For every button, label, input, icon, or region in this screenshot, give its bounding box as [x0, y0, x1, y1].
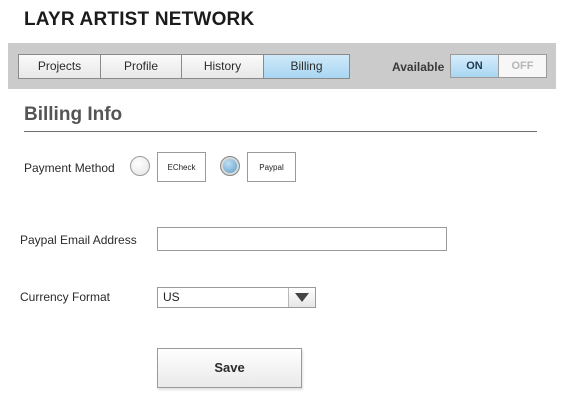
tab-billing[interactable]: Billing	[264, 55, 349, 78]
section-divider	[24, 131, 537, 132]
toggle-on-option[interactable]: ON	[451, 55, 499, 77]
currency-format-label: Currency Format	[20, 290, 111, 304]
chevron-down-icon	[295, 293, 309, 302]
available-label: Available	[392, 60, 445, 74]
paypal-option-label[interactable]: Paypal	[247, 152, 296, 182]
top-toolbar: Projects Profile History Billing Availab…	[8, 43, 556, 89]
payment-method-label: Payment Method	[24, 161, 115, 175]
currency-format-select[interactable]: US	[157, 287, 316, 308]
availability-toggle[interactable]: ON OFF	[450, 54, 547, 78]
tab-projects[interactable]: Projects	[19, 55, 101, 78]
app-title: LAYR ARTIST NETWORK	[24, 9, 255, 30]
currency-format-value: US	[163, 290, 180, 304]
paypal-email-label: Paypal Email Address	[20, 233, 137, 247]
paypal-email-input[interactable]	[157, 227, 447, 251]
main-nav-tabs: Projects Profile History Billing	[18, 54, 350, 79]
tab-history[interactable]: History	[182, 55, 264, 78]
section-title: Billing Info	[24, 104, 123, 125]
dropdown-button[interactable]	[288, 288, 315, 307]
save-button[interactable]: Save	[157, 348, 302, 388]
toggle-off-option[interactable]: OFF	[499, 55, 546, 77]
tab-profile[interactable]: Profile	[101, 55, 182, 78]
echeck-radio[interactable]	[130, 156, 150, 176]
paypal-radio[interactable]	[220, 156, 240, 176]
echeck-option-label[interactable]: ECheck	[157, 152, 206, 182]
